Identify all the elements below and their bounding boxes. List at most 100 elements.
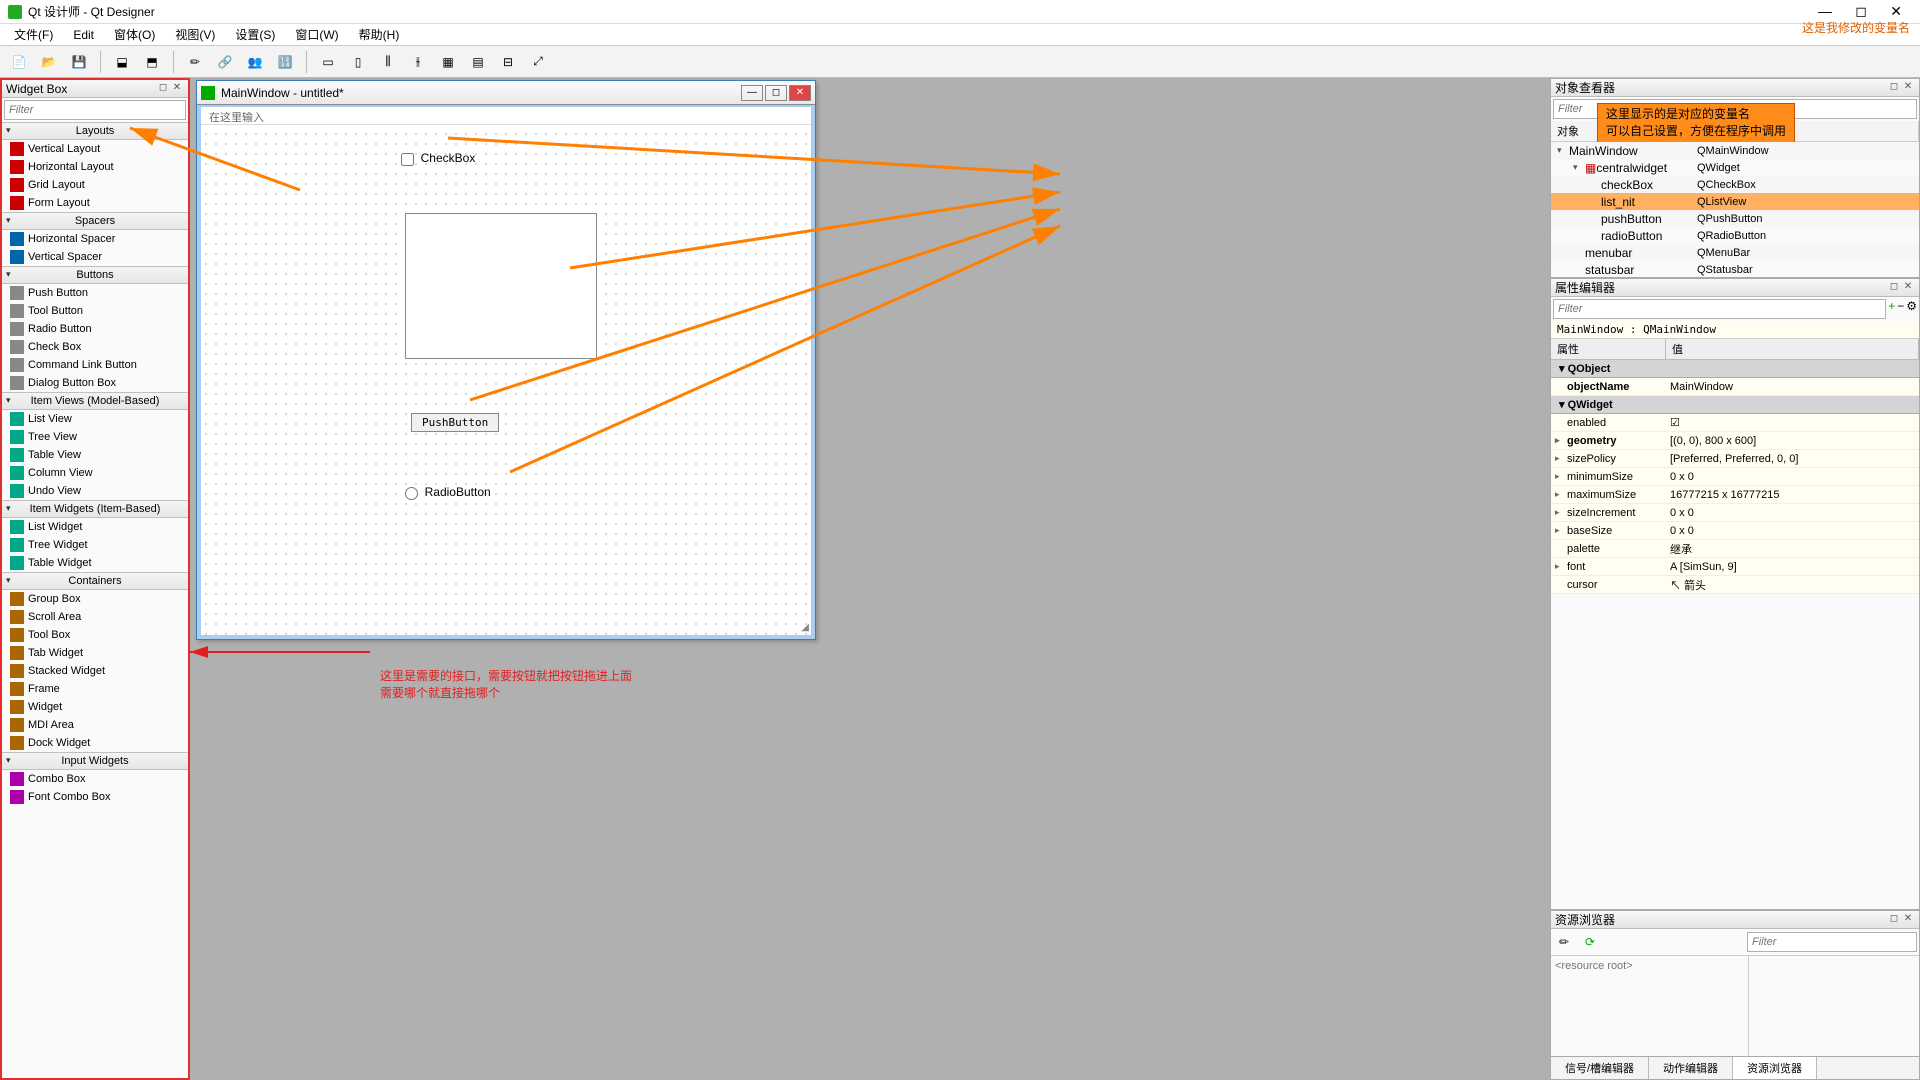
property-row[interactable]: maximumSize16777215 x 16777215 xyxy=(1551,486,1919,504)
col-object[interactable]: 对象 xyxy=(1551,121,1693,141)
property-row[interactable]: objectNameMainWindow xyxy=(1551,378,1919,396)
edit-widgets-icon[interactable]: ✏ xyxy=(182,49,208,75)
object-row[interactable]: ▾MainWindowQMainWindow xyxy=(1551,142,1919,159)
widget-item[interactable]: Tool Button xyxy=(2,302,188,320)
widget-group-header[interactable]: Input Widgets xyxy=(2,752,188,770)
widget-box-filter[interactable] xyxy=(4,100,186,120)
object-row[interactable]: radioButtonQRadioButton xyxy=(1551,227,1919,244)
widget-group-header[interactable]: Containers xyxy=(2,572,188,590)
object-row[interactable]: menubarQMenuBar xyxy=(1551,244,1919,261)
canvas-pushbutton[interactable]: PushButton xyxy=(411,413,499,432)
dock-close-icon[interactable]: ✕ xyxy=(1901,281,1915,295)
menu-item[interactable]: 帮助(H) xyxy=(349,24,410,45)
widget-item[interactable]: Vertical Spacer xyxy=(2,248,188,266)
canvas-checkbox[interactable]: CheckBox xyxy=(401,151,475,166)
widget-item[interactable]: Tab Widget xyxy=(2,644,188,662)
checkbox-icon[interactable] xyxy=(401,153,414,166)
bring-front-icon[interactable]: ⬒ xyxy=(139,49,165,75)
layout-vsplit-icon[interactable]: ⫳ xyxy=(405,49,431,75)
widget-group-header[interactable]: Item Widgets (Item-Based) xyxy=(2,500,188,518)
widget-item[interactable]: Widget xyxy=(2,698,188,716)
widget-item[interactable]: Dialog Button Box xyxy=(2,374,188,392)
property-group[interactable]: QObject xyxy=(1551,360,1919,378)
canvas-listview[interactable] xyxy=(405,213,597,359)
maximize-button[interactable]: ◻ xyxy=(1845,3,1877,19)
close-button[interactable]: ✕ xyxy=(1880,3,1912,19)
widget-item[interactable]: MDI Area xyxy=(2,716,188,734)
widget-item[interactable]: Grid Layout xyxy=(2,176,188,194)
open-icon[interactable]: 📂 xyxy=(36,49,62,75)
resource-filter[interactable] xyxy=(1747,932,1917,952)
form-canvas[interactable]: 在这里输入 CheckBox PushButton RadioButton ◢ xyxy=(197,105,815,639)
radio-icon[interactable] xyxy=(405,487,418,500)
edit-buddies-icon[interactable]: 👥 xyxy=(242,49,268,75)
menu-item[interactable]: 设置(S) xyxy=(225,24,285,45)
property-filter[interactable] xyxy=(1553,299,1886,319)
widget-item[interactable]: Undo View xyxy=(2,482,188,500)
property-list[interactable]: QObjectobjectNameMainWindowQWidgetenable… xyxy=(1551,360,1919,909)
widget-item[interactable]: Dock Widget xyxy=(2,734,188,752)
widget-group-header[interactable]: Layouts xyxy=(2,122,188,140)
edit-signals-icon[interactable]: 🔗 xyxy=(212,49,238,75)
menu-item[interactable]: 文件(F) xyxy=(4,24,63,45)
dock-float-icon[interactable]: ◻ xyxy=(1887,81,1901,95)
widget-item[interactable]: Font Combo Box xyxy=(2,788,188,806)
widget-item[interactable]: Tool Box xyxy=(2,626,188,644)
widget-group-header[interactable]: Item Views (Model-Based) xyxy=(2,392,188,410)
widget-item[interactable]: Stacked Widget xyxy=(2,662,188,680)
col-value[interactable]: 值 xyxy=(1666,339,1919,359)
property-row[interactable]: geometry[(0, 0), 800 x 600] xyxy=(1551,432,1919,450)
property-row[interactable]: sizeIncrement0 x 0 xyxy=(1551,504,1919,522)
bottom-tab[interactable]: 动作编辑器 xyxy=(1649,1057,1733,1079)
property-group[interactable]: QWidget xyxy=(1551,396,1919,414)
menu-item[interactable]: 窗口(W) xyxy=(285,24,348,45)
add-dynamic-prop-icon[interactable]: + xyxy=(1888,299,1895,319)
menu-item[interactable]: 窗体(O) xyxy=(104,24,165,45)
minimize-button[interactable]: — xyxy=(1808,3,1842,19)
property-row[interactable]: enabled☑ xyxy=(1551,414,1919,432)
widget-item[interactable]: Column View xyxy=(2,464,188,482)
object-row[interactable]: pushButtonQPushButton xyxy=(1551,210,1919,227)
object-row[interactable]: list_nitQListView xyxy=(1551,193,1919,210)
config-icon[interactable]: ⚙ xyxy=(1906,299,1917,319)
object-inspector-filter[interactable] xyxy=(1553,99,1917,119)
dock-float-icon[interactable]: ◻ xyxy=(1887,913,1901,927)
layout-v-icon[interactable]: ▯ xyxy=(345,49,371,75)
property-row[interactable]: minimumSize0 x 0 xyxy=(1551,468,1919,486)
widget-item[interactable]: Frame xyxy=(2,680,188,698)
layout-form-icon[interactable]: ▤ xyxy=(465,49,491,75)
menu-item[interactable]: 视图(V) xyxy=(165,24,225,45)
design-window[interactable]: MainWindow - untitled* — ◻ ✕ 在这里输入 Check… xyxy=(196,80,816,640)
dock-float-icon[interactable]: ◻ xyxy=(156,82,170,96)
widget-item[interactable]: List View xyxy=(2,410,188,428)
design-maximize-button[interactable]: ◻ xyxy=(765,85,787,101)
layout-h-icon[interactable]: ▭ xyxy=(315,49,341,75)
col-property[interactable]: 属性 xyxy=(1551,339,1666,359)
widget-item[interactable]: Check Box xyxy=(2,338,188,356)
widget-item[interactable]: Horizontal Spacer xyxy=(2,230,188,248)
widget-item[interactable]: Tree View xyxy=(2,428,188,446)
design-window-titlebar[interactable]: MainWindow - untitled* — ◻ ✕ xyxy=(197,81,815,105)
send-back-icon[interactable]: ⬓ xyxy=(109,49,135,75)
widget-item[interactable]: Scroll Area xyxy=(2,608,188,626)
design-close-button[interactable]: ✕ xyxy=(789,85,811,101)
bottom-tab[interactable]: 信号/槽编辑器 xyxy=(1551,1057,1649,1079)
break-layout-icon[interactable]: ⊟ xyxy=(495,49,521,75)
widget-box-list[interactable]: LayoutsVertical LayoutHorizontal LayoutG… xyxy=(2,122,188,1078)
property-row[interactable]: cursor↖ 箭头 xyxy=(1551,576,1919,594)
property-row[interactable]: palette继承 xyxy=(1551,540,1919,558)
canvas-radiobutton[interactable]: RadioButton xyxy=(405,485,491,500)
col-class[interactable]: 类 xyxy=(1693,121,1919,141)
object-row[interactable]: statusbarQStatusbar xyxy=(1551,261,1919,277)
widget-item[interactable]: Radio Button xyxy=(2,320,188,338)
widget-item[interactable]: Tree Widget xyxy=(2,536,188,554)
widget-item[interactable]: List Widget xyxy=(2,518,188,536)
property-row[interactable]: sizePolicy[Preferred, Preferred, 0, 0] xyxy=(1551,450,1919,468)
widget-item[interactable]: Group Box xyxy=(2,590,188,608)
save-icon[interactable]: 💾 xyxy=(66,49,92,75)
widget-item[interactable]: Table View xyxy=(2,446,188,464)
reload-icon[interactable]: ⟳ xyxy=(1579,931,1601,953)
widget-group-header[interactable]: Spacers xyxy=(2,212,188,230)
size-grip-icon[interactable]: ◢ xyxy=(801,622,809,633)
dock-float-icon[interactable]: ◻ xyxy=(1887,281,1901,295)
